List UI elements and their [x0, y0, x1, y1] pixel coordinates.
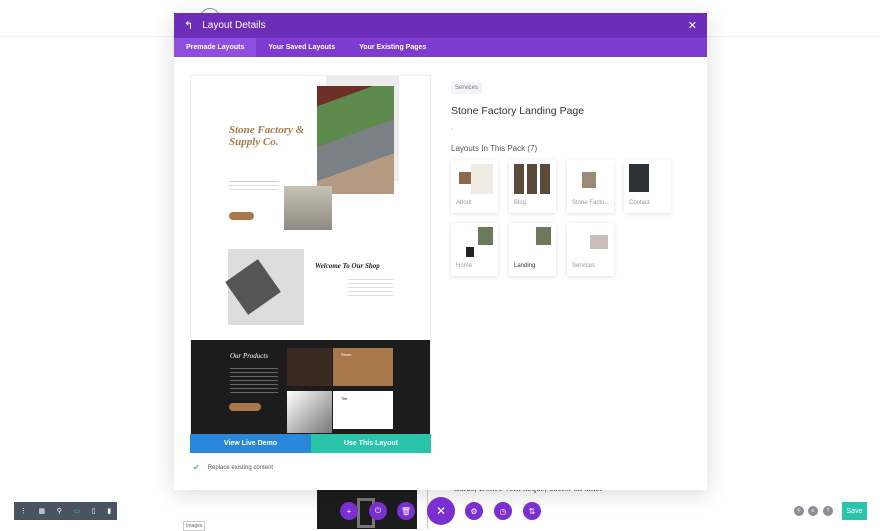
layout-thumb-stone-factory[interactable]: Stone Facto... — [567, 160, 614, 213]
view-live-demo-button[interactable]: View Live Demo — [190, 434, 311, 453]
preview-brand: Stone Factory & Supply Co. — [229, 124, 305, 148]
checkmark-icon: ✔ — [193, 463, 200, 472]
sort-icon[interactable]: ⇅ — [523, 502, 541, 520]
zoom-icon[interactable]: ⚲ — [57, 507, 62, 515]
preview-stone: Stone — [341, 352, 352, 357]
layout-thumb-blog[interactable]: Blog — [509, 160, 556, 213]
layout-thumb-about[interactable]: About — [451, 160, 498, 213]
search-icon[interactable]: ⚲ — [794, 506, 804, 516]
replace-content-checkbox[interactable]: ✔ Replace existing content — [193, 463, 273, 472]
layout-thumb-contact[interactable]: Contact — [624, 160, 671, 213]
back-arrow-icon[interactable]: ↰ — [184, 19, 193, 32]
save-button[interactable]: Save — [842, 502, 867, 520]
tab-premade-layouts[interactable]: Premade Layouts — [174, 38, 257, 57]
phone-icon[interactable]: ▮ — [107, 507, 111, 515]
layout-title: Stone Factory Landing Page — [451, 105, 585, 117]
wireframe-icon[interactable]: ▦ — [38, 507, 45, 515]
tab-saved-layouts[interactable]: Your Saved Layouts — [256, 38, 347, 57]
layers-icon[interactable]: ≡ — [808, 506, 818, 516]
layout-description: . — [451, 125, 453, 132]
close-icon[interactable]: ✕ — [688, 19, 697, 32]
modal-title: Layout Details — [202, 20, 266, 31]
preview-tile: Tile — [341, 396, 348, 401]
tablet-icon[interactable]: ▯ — [92, 507, 96, 515]
close-settings-icon[interactable]: ✕ — [427, 497, 455, 525]
tab-existing-pages[interactable]: Your Existing Pages — [347, 38, 438, 57]
layout-details-modal: ↰ Layout Details ✕ Premade Layouts Your … — [174, 13, 707, 490]
gear-icon[interactable]: ⚙ — [465, 502, 483, 520]
modal-header: ↰ Layout Details ✕ — [174, 13, 707, 38]
images-label: Images — [183, 521, 206, 531]
more-icon[interactable]: ⋮ — [20, 507, 27, 515]
fern-photo — [317, 86, 394, 194]
preview-welcome: Welcome To Our Shop — [315, 262, 380, 270]
tab-bar: Premade Layouts Your Saved Layouts Your … — [174, 38, 707, 57]
category-badge[interactable]: Services — [451, 82, 483, 94]
trash-icon[interactable]: 🗑 — [397, 502, 415, 520]
preview-products: Our Products — [230, 352, 269, 360]
help-icon[interactable]: ? — [823, 506, 833, 516]
tiles-photo — [225, 249, 304, 325]
view-mode-toolbar: ⋮ ▦ ⚲ ▭ ▯ ▮ — [14, 502, 117, 520]
layout-thumb-landing[interactable]: Landing — [509, 223, 556, 276]
replace-content-label: Replace existing content — [207, 464, 274, 471]
use-this-layout-button[interactable]: Use This Layout — [311, 434, 431, 453]
layout-info: Services Stone Factory Landing Page . La… — [451, 76, 584, 153]
layout-thumb-services[interactable]: Services — [567, 223, 614, 276]
history-icon[interactable]: ◷ — [494, 502, 512, 520]
brick-photo — [284, 186, 332, 230]
layout-thumb-home[interactable]: Home — [451, 223, 498, 276]
add-icon[interactable]: + — [340, 502, 358, 520]
layout-preview: Stone Factory & Supply Co. Welcome To Ou… — [190, 75, 431, 453]
pack-heading: Layouts In This Pack (7) — [451, 144, 538, 153]
desktop-icon[interactable]: ▭ — [74, 507, 81, 515]
power-icon[interactable]: ⏻ — [369, 502, 387, 520]
